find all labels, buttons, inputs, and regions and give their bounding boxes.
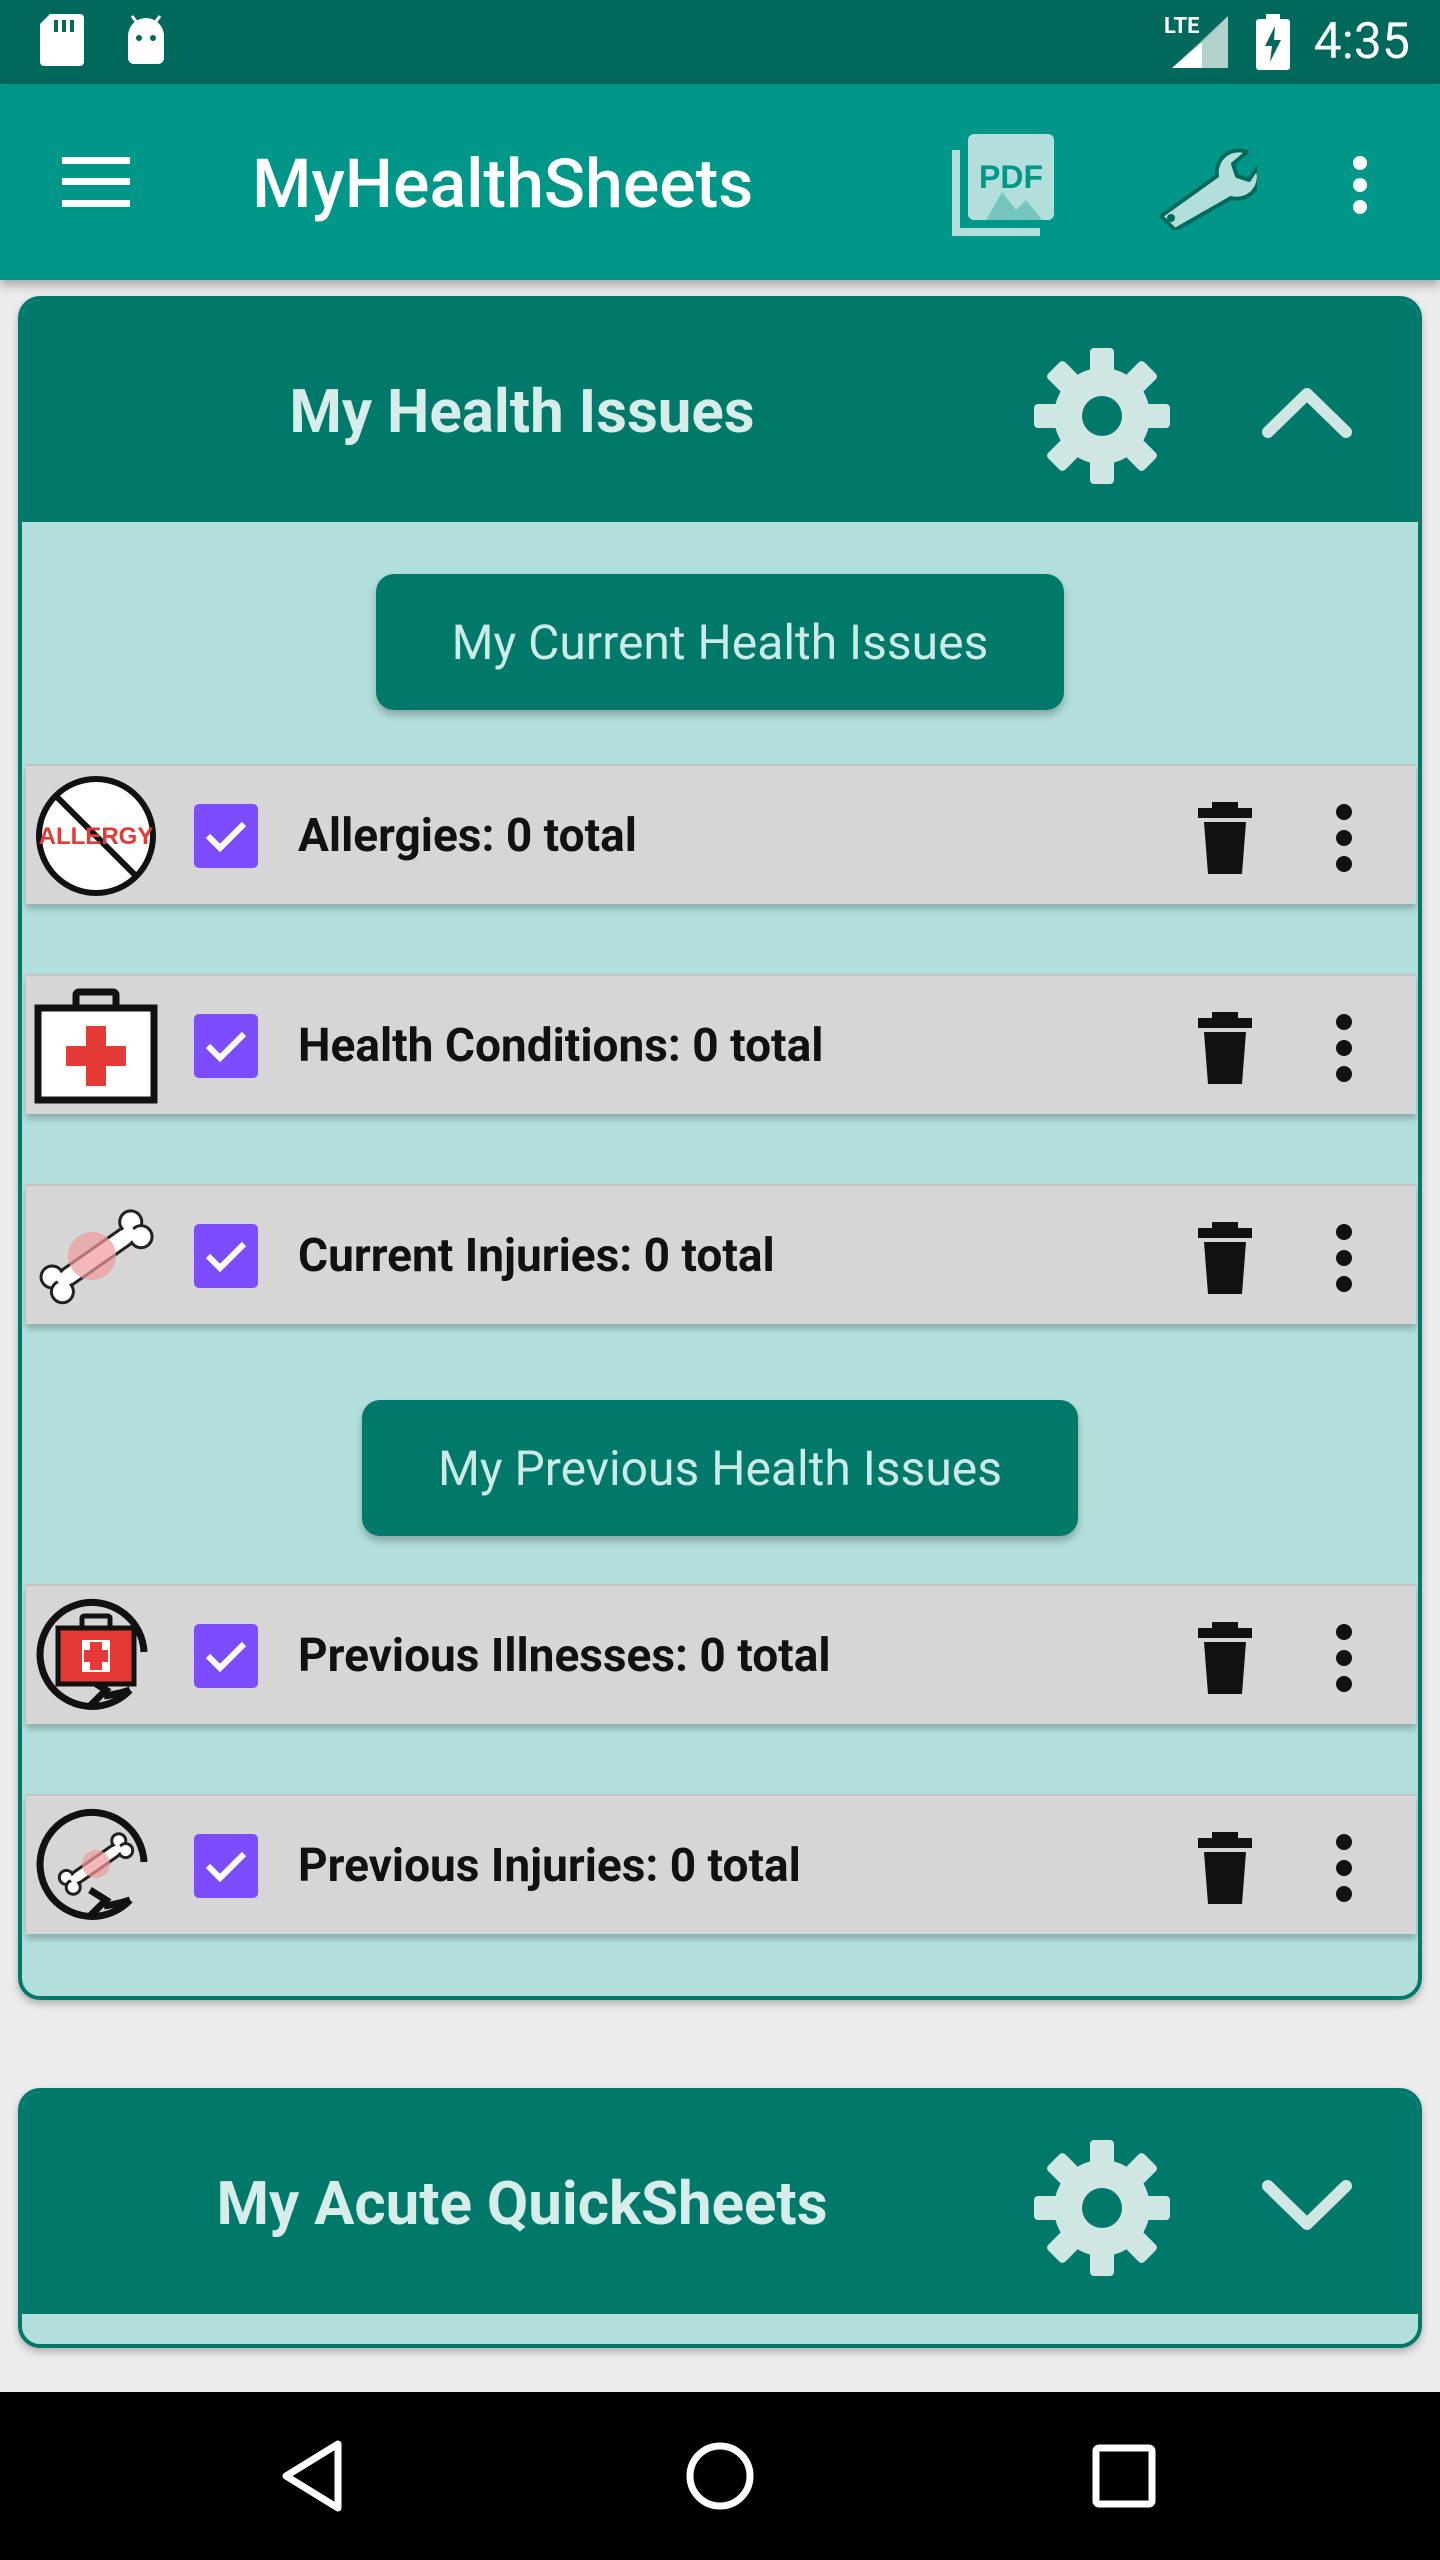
list-item[interactable]: Health Conditions: 0 total: [26, 974, 1416, 1114]
acute-quicksheets-card: My Acute QuickSheets: [18, 2088, 1422, 2348]
overflow-icon[interactable]: [1330, 150, 1390, 220]
more-options-icon[interactable]: [1332, 1012, 1356, 1084]
wrench-icon[interactable]: [1150, 138, 1260, 238]
trash-icon[interactable]: [1192, 1012, 1258, 1084]
list-item-label: Previous Injuries: 0 total: [298, 1839, 801, 1893]
checkbox[interactable]: [194, 1224, 258, 1288]
broken-bone-icon: [34, 1194, 158, 1318]
trash-icon[interactable]: [1192, 1832, 1258, 1904]
menu-icon[interactable]: [56, 150, 136, 214]
more-options-icon[interactable]: [1332, 802, 1356, 874]
current-health-issues-button[interactable]: My Current Health Issues: [376, 574, 1064, 710]
svg-text:PDF: PDF: [979, 159, 1043, 195]
list-item[interactable]: Previous Illnesses: 0 total: [26, 1584, 1416, 1724]
android-icon: [124, 14, 168, 70]
checkbox[interactable]: [194, 1624, 258, 1688]
list-item[interactable]: Previous Injuries: 0 total: [26, 1794, 1416, 1934]
more-options-icon[interactable]: [1332, 1222, 1356, 1294]
list-item[interactable]: ALLERGY Allergies: 0 total: [26, 764, 1416, 904]
checkbox[interactable]: [194, 1834, 258, 1898]
back-icon[interactable]: [276, 2436, 356, 2516]
app-bar: MyHealthSheets PDF: [0, 84, 1440, 280]
health-issues-header[interactable]: My Health Issues: [22, 300, 1418, 522]
list-item[interactable]: Current Injuries: 0 total: [26, 1184, 1416, 1324]
health-issues-title: My Health Issues: [289, 375, 755, 447]
chevron-up-icon[interactable]: [1252, 360, 1362, 460]
trash-icon[interactable]: [1192, 802, 1258, 874]
battery-charging-icon: [1256, 14, 1290, 74]
status-time: 4:35: [1313, 13, 1410, 71]
app-title: MyHealthSheets: [252, 144, 754, 224]
trash-icon[interactable]: [1192, 1222, 1258, 1294]
checkbox[interactable]: [194, 804, 258, 868]
svg-text:ALLERGY: ALLERGY: [39, 823, 154, 850]
chevron-down-icon[interactable]: [1252, 2152, 1362, 2252]
more-options-icon[interactable]: [1332, 1622, 1356, 1694]
acute-quicksheets-header[interactable]: My Acute QuickSheets: [22, 2092, 1418, 2314]
trash-icon[interactable]: [1192, 1622, 1258, 1694]
first-aid-kit-icon: [34, 984, 158, 1108]
previous-injury-icon: [34, 1804, 158, 1928]
signal-icon: [1172, 16, 1228, 72]
list-item-label: Allergies: 0 total: [298, 809, 637, 863]
list-item-label: Current Injuries: 0 total: [298, 1229, 775, 1283]
list-item-label: Health Conditions: 0 total: [298, 1019, 824, 1073]
gear-icon[interactable]: [1032, 346, 1172, 486]
allergy-icon: ALLERGY: [34, 774, 158, 898]
health-issues-card: My Health Issues My Current Health Issue…: [18, 296, 1422, 2000]
list-item-label: Previous Illnesses: 0 total: [298, 1629, 831, 1683]
previous-health-issues-button[interactable]: My Previous Health Issues: [362, 1400, 1078, 1536]
acute-quicksheets-title: My Acute QuickSheets: [216, 2167, 828, 2239]
previous-illness-icon: [34, 1594, 158, 1718]
home-icon[interactable]: [680, 2436, 760, 2516]
checkbox[interactable]: [194, 1014, 258, 1078]
status-bar: LTE 4:35: [0, 0, 1440, 84]
navigation-bar: [0, 2392, 1440, 2560]
sd-card-icon: [40, 14, 84, 70]
more-options-icon[interactable]: [1332, 1832, 1356, 1904]
pdf-icon[interactable]: PDF: [948, 128, 1060, 240]
gear-icon[interactable]: [1032, 2138, 1172, 2278]
recents-icon[interactable]: [1084, 2436, 1164, 2516]
